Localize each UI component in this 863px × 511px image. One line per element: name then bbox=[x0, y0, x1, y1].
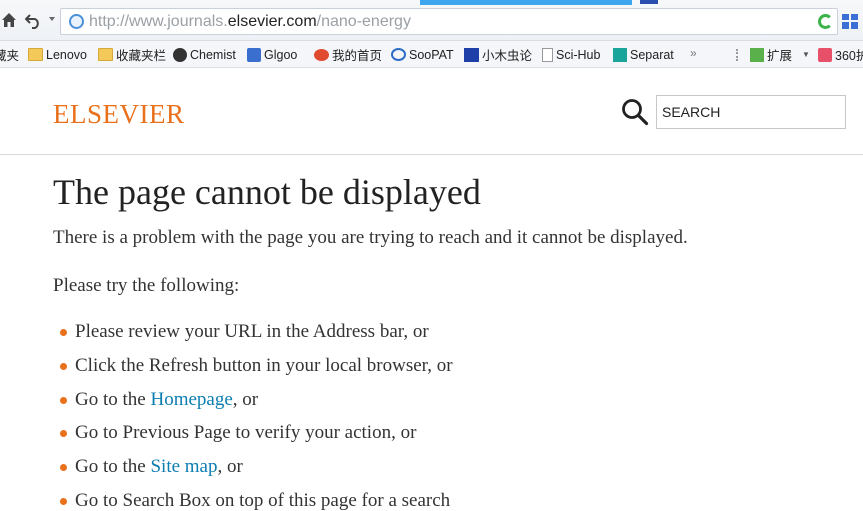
glgoo-icon bbox=[247, 47, 261, 62]
page-title: The page cannot be displayed bbox=[53, 172, 481, 212]
weibo-icon bbox=[314, 48, 329, 61]
active-tab-edge[interactable] bbox=[420, 0, 632, 5]
homepage-link[interactable]: Homepage bbox=[150, 389, 232, 410]
suggestions-heading: Please try the following: bbox=[53, 275, 240, 296]
suggestion-text: Go to Search Box on top of this page for… bbox=[75, 489, 451, 511]
bookmark-label: Lenovo bbox=[46, 47, 88, 62]
bookmark-separat[interactable]: Separat bbox=[613, 46, 674, 63]
soopat-icon bbox=[391, 48, 406, 61]
bookmark-label: Sci-Hub bbox=[556, 47, 601, 62]
bookmark-label: 360护 bbox=[835, 49, 863, 63]
sitemap-link[interactable]: Site map bbox=[150, 456, 217, 477]
url-prefix: http://www.journals. bbox=[89, 12, 228, 30]
search-input[interactable] bbox=[656, 95, 846, 129]
bookmark-label: 小木虫论 bbox=[482, 49, 533, 63]
page-globe-icon bbox=[69, 14, 84, 29]
suggestion-text: Go to Previous Page to verify your actio… bbox=[75, 422, 417, 444]
search-icon[interactable] bbox=[621, 98, 649, 126]
suggestions-list: Please review your URL in the Address ba… bbox=[53, 320, 853, 511]
bookmark-lenovo[interactable]: Lenovo bbox=[28, 46, 87, 63]
url-domain: elsevier.com bbox=[227, 12, 317, 30]
bookmark-label: Glgoo bbox=[264, 47, 298, 62]
researchgate-icon bbox=[613, 47, 627, 62]
bookmark-soopat[interactable]: SooPAT bbox=[391, 46, 454, 63]
bookmark-muchong[interactable]: 小木虫论 bbox=[464, 46, 532, 63]
page-icon bbox=[542, 47, 553, 62]
bookmark-label: Separat bbox=[630, 47, 674, 62]
bookmark-glgoo[interactable]: Glgoo bbox=[247, 46, 297, 63]
bookmark-label: 藏夹 bbox=[0, 49, 20, 63]
bookmarks-bar: 藏夹 Lenovo 收藏夹栏 Chemist Glgoo 我的首页 SooPAT… bbox=[0, 41, 863, 68]
suggestion-text: Please review your URL in the Address ba… bbox=[75, 321, 429, 342]
suggestion-text: Click the Refresh button in your local b… bbox=[75, 354, 453, 376]
bullet-icon bbox=[60, 396, 67, 404]
bookmark-label: SooPAT bbox=[409, 47, 454, 62]
extension-icon bbox=[750, 47, 764, 62]
extension-grid-icon[interactable] bbox=[842, 14, 858, 29]
bookmark-favorites-bar[interactable]: 收藏夹栏 bbox=[98, 46, 166, 63]
folder-icon bbox=[28, 48, 43, 61]
bookmark-weibo[interactable]: 我的首页 bbox=[314, 46, 382, 63]
suggestion-text: Go to the bbox=[75, 456, 151, 478]
extensions-dropdown-icon[interactable]: ▼ bbox=[802, 50, 810, 59]
360-icon bbox=[818, 47, 832, 62]
refresh-icon[interactable] bbox=[818, 14, 833, 29]
url-field[interactable]: http://www.journals. elsevier.com/nano-en… bbox=[60, 8, 838, 35]
undo-back-icon[interactable] bbox=[24, 10, 42, 30]
bookmark-label: Chemist bbox=[190, 47, 236, 62]
bookmark-chemist[interactable]: Chemist bbox=[173, 46, 236, 63]
suggestion-text: , or bbox=[232, 388, 259, 410]
tab-edge[interactable] bbox=[640, 0, 658, 4]
bookmark-label: 我的首页 bbox=[332, 49, 383, 63]
elsevier-logo[interactable]: ELSEVIER bbox=[53, 99, 185, 130]
bookmarks-divider bbox=[736, 49, 742, 61]
list-item: Please review your URL in the Address ba… bbox=[53, 320, 853, 354]
suggestion-text: Go to the bbox=[75, 388, 151, 410]
bookmark-extensions[interactable]: 扩展 ▼ bbox=[750, 46, 810, 63]
list-item: Go to the Homepage, or bbox=[53, 388, 853, 422]
folder-icon bbox=[98, 48, 113, 61]
muchong-icon bbox=[464, 47, 479, 62]
bookmark-360[interactable]: 360护 bbox=[818, 46, 863, 63]
error-description: There is a problem with the page you are… bbox=[53, 227, 688, 248]
bookmark-label: 收藏夹栏 bbox=[116, 49, 167, 63]
bookmark-label: 扩展 bbox=[767, 49, 793, 63]
error-content: The page cannot be displayed There is a … bbox=[53, 170, 853, 511]
bullet-icon bbox=[60, 430, 67, 438]
bullet-icon bbox=[60, 362, 67, 370]
bookmarks-overflow-chevron-icon[interactable]: » bbox=[690, 46, 697, 60]
list-item: Go to Previous Page to verify your actio… bbox=[53, 421, 853, 455]
browser-address-bar: http://www.journals. elsevier.com/nano-en… bbox=[0, 0, 863, 41]
back-history-dropdown-icon[interactable] bbox=[49, 17, 55, 21]
suggestion-text: , or bbox=[217, 456, 243, 478]
chemist-icon bbox=[173, 47, 187, 62]
list-item: Click the Refresh button in your local b… bbox=[53, 354, 853, 388]
bullet-icon bbox=[60, 464, 67, 472]
home-icon[interactable] bbox=[0, 10, 18, 30]
list-item: Go to Search Box on top of this page for… bbox=[53, 489, 853, 511]
bookmark-favorites[interactable]: 藏夹 bbox=[0, 46, 19, 63]
bullet-icon bbox=[60, 497, 67, 505]
bullet-icon bbox=[60, 329, 67, 336]
list-item: Go to the Site map, or bbox=[53, 455, 853, 489]
bookmark-scihub[interactable]: Sci-Hub bbox=[542, 46, 600, 63]
site-header: ELSEVIER bbox=[0, 68, 863, 155]
url-path: /nano-energy bbox=[316, 12, 411, 30]
